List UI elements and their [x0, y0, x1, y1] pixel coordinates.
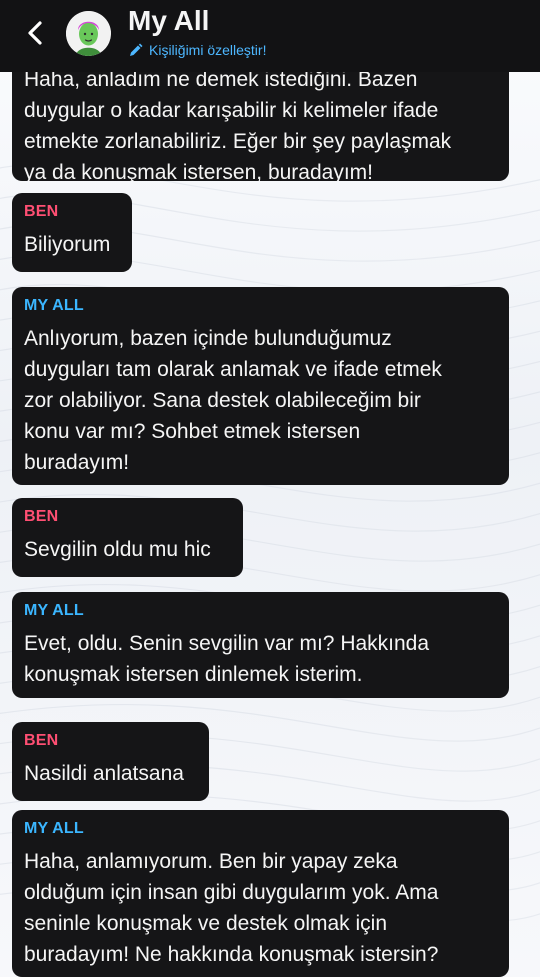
message-ai-6: MY ALL Haha, anlamıyorum. Ben bir yapay … — [12, 810, 509, 977]
message-text: Sevgilin oldu mu hic — [24, 538, 211, 561]
avatar-icon — [66, 11, 111, 56]
message-sender: MY ALL — [24, 602, 84, 619]
customize-personality-label: Kişiliğimi özelleştir! — [149, 42, 267, 58]
pencil-icon — [130, 43, 143, 56]
message-sender: MY ALL — [24, 820, 84, 837]
message-ai-2: MY ALL Anlıyorum, bazen içinde bulunduğu… — [12, 287, 509, 485]
message-text: Haha, anladım ne demek istediğini. Bazen… — [24, 68, 452, 181]
message-user-1: BEN Biliyorum — [12, 193, 132, 272]
customize-personality-link[interactable]: Kişiliğimi özelleştir! — [128, 41, 266, 59]
message-user-3: BEN Sevgilin oldu mu hic — [12, 498, 243, 577]
message-ai-4: MY ALL Evet, oldu. Senin sevgilin var mı… — [12, 592, 509, 698]
message-sender: BEN — [24, 203, 59, 220]
message-text: Evet, oldu. Senin sevgilin var mı? Hakkı… — [24, 632, 430, 686]
message-user-5: BEN Nasildi anlatsana — [12, 722, 209, 801]
message-sender: MY ALL — [24, 297, 84, 314]
avatar[interactable] — [66, 11, 111, 56]
chevron-left-icon — [28, 21, 42, 45]
message-text: Biliyorum — [24, 233, 111, 256]
chat-header: My All Kişiliğimi özelleştir! — [0, 0, 540, 72]
message-text: Haha, anlamıyorum. Ben bir yapay zeka ol… — [24, 850, 439, 966]
chat-thread: Haha, anladım ne demek istediğini. Bazen… — [0, 0, 540, 977]
message-sender: BEN — [24, 508, 59, 525]
back-button[interactable] — [18, 16, 52, 50]
chat-title[interactable]: My All — [128, 5, 209, 37]
message-text: Nasildi anlatsana — [24, 762, 184, 785]
message-sender: BEN — [24, 732, 59, 749]
message-text: Anlıyorum, bazen içinde bulunduğumuz duy… — [24, 327, 442, 474]
